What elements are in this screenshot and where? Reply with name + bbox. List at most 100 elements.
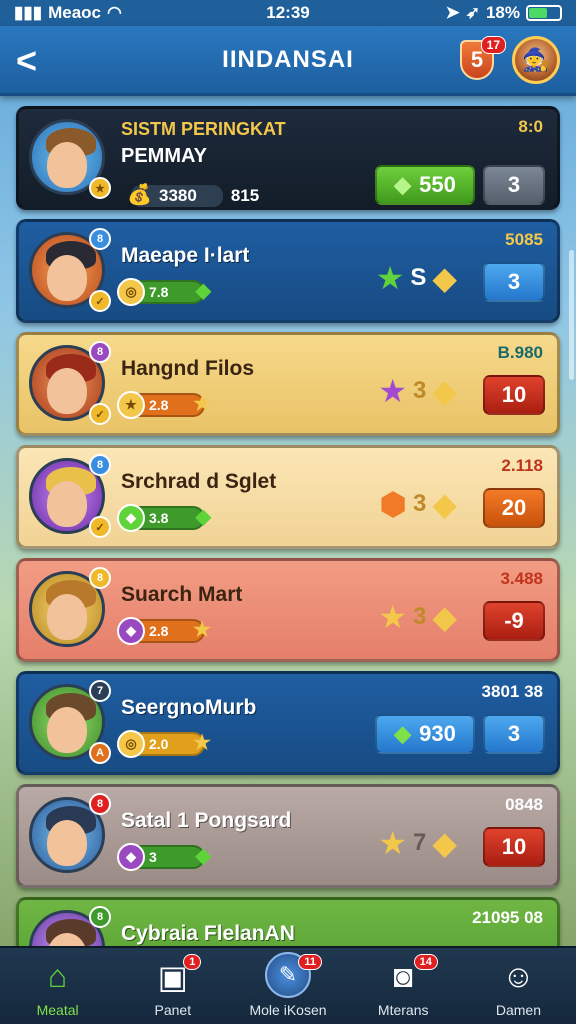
nav-label: Panet — [154, 1002, 192, 1018]
ranking-card[interactable]: 8 Satal 1 Pongsard ◆ 3 ◆ 0848 ★ 7 ◆ 10 — [16, 784, 560, 888]
player-name: SeergnoMurb — [121, 696, 257, 719]
level-badge[interactable]: 5 17 — [460, 36, 506, 80]
rank-number: 21095 08 — [472, 908, 543, 927]
nav-label: Meatal — [36, 1002, 79, 1018]
nav-item-home[interactable]: ⌂ Meatal — [0, 948, 115, 1024]
value-button[interactable]: 3 — [483, 165, 545, 205]
level-pill: ★ 2.8 ★ — [117, 391, 211, 419]
nav-label: Damen — [495, 1002, 541, 1018]
reward-group: ★ 3 ◆ — [378, 601, 457, 633]
header: < IINDANSAI 5 17 🧙 — [0, 26, 576, 96]
camera-icon: ◙ — [393, 958, 413, 994]
value-label: -9 — [504, 608, 524, 633]
back-button[interactable]: < — [16, 40, 37, 82]
medal-icon: ✓ — [89, 403, 111, 425]
reward-group: ★ 3 ◆ — [378, 375, 457, 407]
level-value: 3 — [149, 849, 157, 865]
gem-icon: ◆ — [394, 721, 412, 746]
value-button[interactable]: 10 — [483, 827, 545, 867]
notification-badge: 11 — [298, 954, 323, 970]
coin-icon: ◎ — [117, 730, 145, 758]
scrollbar[interactable] — [569, 250, 574, 380]
medal-icon: ★ — [89, 177, 111, 199]
card-subtitle: PEMMAY — [121, 145, 207, 167]
value-button[interactable]: 20 — [483, 488, 545, 528]
ranking-card[interactable]: 8 ✓ Hangnd Filos ★ 2.8 ★ B.980 ★ 3 ◆ 10 — [16, 332, 560, 436]
ranking-card[interactable]: 8 ✓ Maeape I·lart ◎ 7.8 ◆ 5085 ★ S ◆ 3 — [16, 219, 560, 323]
player-name: Satal 1 Pongsard — [121, 809, 292, 832]
nav-item-center[interactable]: ✎ 11 Mole iKosen — [230, 948, 345, 1024]
coin-icon: ◎ — [117, 278, 145, 306]
notification-badge: 1 — [183, 954, 202, 970]
gold-star-icon: ★ — [193, 619, 211, 641]
ranking-card-featured[interactable]: ★ SISTM PERINGKAT PEMMAY 8:0 💰 3380 815 … — [16, 106, 560, 210]
rank-number: 2.118 — [501, 456, 543, 475]
coin-extra: 815 — [230, 186, 260, 205]
gold-star-icon: ★ — [378, 825, 408, 861]
level-pill: ◆ 3.8 ◆ — [117, 504, 211, 532]
green-gem-icon: ◆ — [195, 845, 211, 867]
level-value: 2.8 — [149, 623, 169, 639]
nav-item-panel[interactable]: ▣ 1 Panet — [115, 948, 230, 1024]
page-title: IINDANSAI — [222, 45, 354, 73]
level-value: 2.0 — [149, 736, 169, 752]
nav-item-profile[interactable]: ☺ Damen — [461, 948, 576, 1024]
bottom-nav: ⌂ Meatal ▣ 1 Panet ✎ 11 Mole iKosen ◙ 14… — [0, 946, 576, 1024]
rank-number: B.980 — [497, 343, 543, 362]
notification-badge: 17 — [480, 36, 506, 54]
value-button[interactable]: 3 — [483, 714, 545, 754]
rank-corner-icon: 8 — [89, 341, 111, 363]
gold-star-icon: ★ — [378, 599, 408, 635]
nav-label: Mterans — [377, 1002, 429, 1018]
coin-bar: 💰 3380 — [127, 184, 223, 207]
level-pill: ◎ 7.8 ◆ — [117, 278, 211, 306]
value-button[interactable]: 3 — [483, 262, 545, 302]
cost-button[interactable]: ◆ 930 — [375, 714, 475, 754]
value-label: 10 — [501, 834, 527, 859]
gold-gem-icon: ◆ — [432, 373, 457, 409]
level-value: 3.8 — [149, 510, 169, 526]
ranking-card[interactable]: 7 A SeergnoMurb ◎ 2.0 ★ 3801 38 ◆ 930 3 — [16, 671, 560, 775]
player-name: Cybraia FlelanAN — [121, 922, 295, 945]
profile-avatar[interactable]: 🧙 — [512, 36, 560, 84]
rank-corner-icon: 8 — [89, 906, 111, 928]
level-pill: ◎ 2.0 ★ — [117, 730, 211, 758]
rank-number: 5085 — [505, 230, 543, 249]
rank-number: 3.488 — [500, 569, 543, 588]
green-gem-icon: ◆ — [195, 506, 211, 528]
purple-gem-icon: ◆ — [117, 617, 145, 645]
ranking-card[interactable]: 8 ✓ Srchrad d Sglet ◆ 3.8 ◆ 2.118 ⬢ 3 ◆ … — [16, 445, 560, 549]
rank-number: 0848 — [505, 795, 543, 814]
cost-value: 930 — [419, 721, 456, 746]
value-button[interactable]: 10 — [483, 375, 545, 415]
status-bar: ▮▮▮ Meaoc ◠ 12:39 ➤ ➶ 18% — [0, 0, 576, 26]
medal-icon: ✓ — [89, 290, 111, 312]
ranking-card[interactable]: 8 Suarch Mart ◆ 2.8 ★ 3.488 ★ 3 ◆ -9 — [16, 558, 560, 662]
value-label: 3 — [507, 269, 521, 294]
level-pill: ◆ 2.8 ★ — [117, 617, 211, 645]
nav-item-camera[interactable]: ◙ 14 Mterans — [346, 948, 461, 1024]
value-label: 10 — [501, 382, 527, 407]
rank-number: 8:0 — [518, 117, 543, 136]
player-name: Hangnd Filos — [121, 357, 254, 380]
multiplier: S — [410, 264, 427, 291]
gold-gem-icon: ◆ — [432, 599, 457, 635]
multiplier: 3 — [413, 603, 427, 630]
level-badge-value: 5 — [470, 47, 484, 72]
coin-row: 💰 3380 815 — [127, 184, 260, 207]
home-icon: ⌂ — [47, 958, 68, 994]
value-label: 3 — [507, 721, 521, 746]
ranking-list: ★ SISTM PERINGKAT PEMMAY 8:0 💰 3380 815 … — [16, 106, 560, 1010]
level-value: 2.8 — [149, 397, 169, 413]
value-label: 3 — [507, 172, 521, 197]
player-name: Suarch Mart — [121, 583, 243, 606]
battery-icon — [526, 5, 562, 21]
rank-corner-icon: 8 — [89, 567, 111, 589]
value-button[interactable]: -9 — [483, 601, 545, 641]
cost-button[interactable]: ◆ 550 — [375, 165, 475, 205]
gold-gem-icon: ◆ — [432, 486, 457, 522]
medal-icon: ✓ — [89, 516, 111, 538]
multiplier: 7 — [413, 829, 427, 856]
purple-star-icon: ★ — [378, 373, 408, 409]
value-label: 20 — [501, 495, 527, 520]
